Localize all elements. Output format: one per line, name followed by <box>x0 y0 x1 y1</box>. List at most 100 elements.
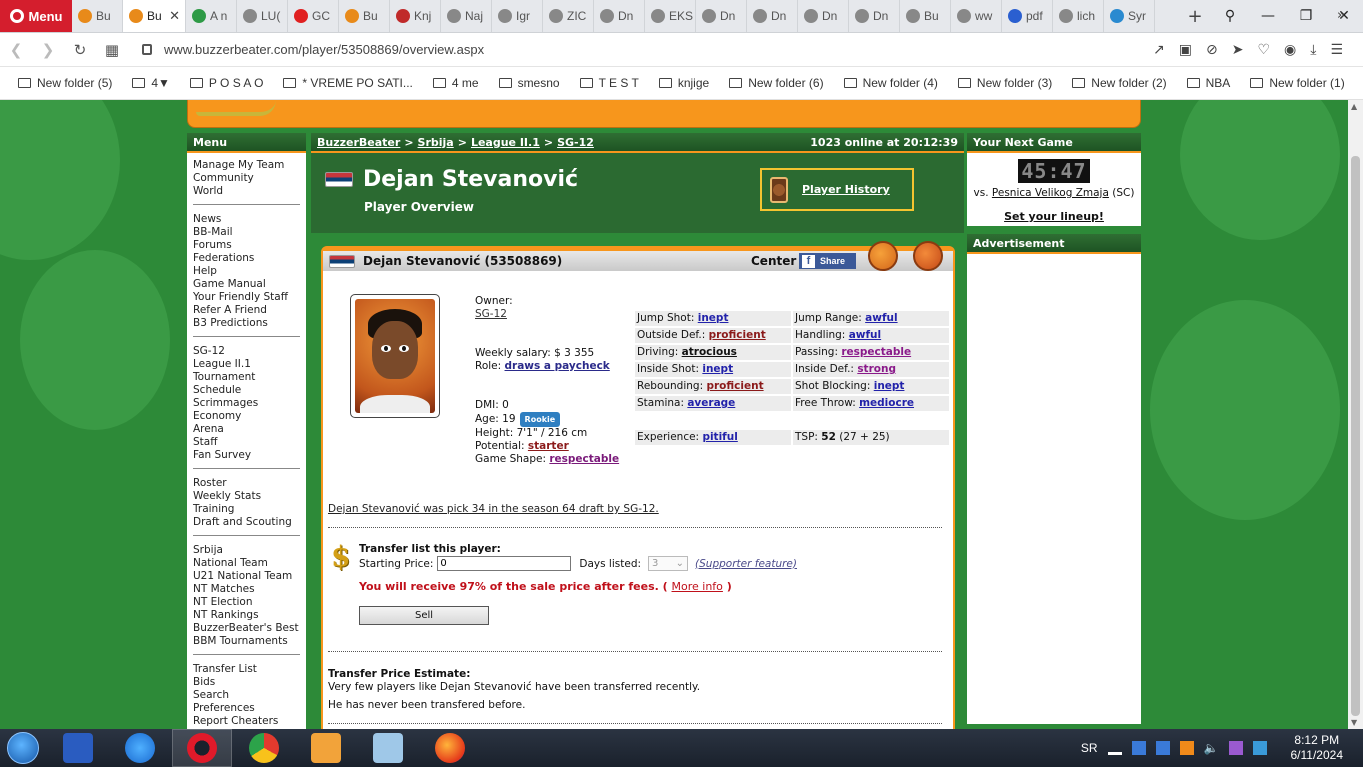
supporter-feature-link[interactable]: (Supporter feature) <box>695 558 797 570</box>
skill-value-link[interactable]: atrocious <box>682 346 737 358</box>
easy-setup-icon[interactable]: ☰ <box>1330 42 1343 58</box>
browser-tab[interactable]: pdf <box>1002 0 1053 32</box>
back-icon[interactable]: ❮ <box>0 41 32 59</box>
menu-item[interactable]: NT Election <box>193 596 300 609</box>
opera-menu-button[interactable]: Menu <box>0 0 72 32</box>
language-indicator[interactable]: SR <box>1081 741 1098 755</box>
snapshot-icon[interactable]: ▣ <box>1179 42 1192 58</box>
skill-value-link[interactable]: awful <box>849 329 881 341</box>
menu-item[interactable]: News <box>193 213 300 226</box>
profile-icon[interactable]: ◉ <box>1284 42 1296 58</box>
menu-item[interactable]: Arena <box>193 423 300 436</box>
lock-icon[interactable] <box>142 44 152 55</box>
facebook-share-button[interactable]: f Share <box>799 253 856 269</box>
bookmark-folder[interactable]: smesno <box>498 76 560 90</box>
menu-item[interactable]: Refer A Friend <box>193 304 300 317</box>
skill-value-link[interactable]: inept <box>874 380 905 392</box>
network-icon[interactable] <box>1107 741 1122 755</box>
scroll-up-icon[interactable]: ▲ <box>1351 102 1357 111</box>
page-scrollbar[interactable]: ▲ ▼ <box>1348 100 1363 729</box>
tray-app-icon[interactable] <box>1155 741 1170 755</box>
browser-tab[interactable]: Naj <box>441 0 492 32</box>
menu-item[interactable]: BB-Mail <box>193 226 300 239</box>
buzzerbeater-logo[interactable] <box>196 100 276 116</box>
menu-item[interactable]: World <box>193 185 300 198</box>
potential-link[interactable]: starter <box>528 440 569 452</box>
menu-item[interactable]: Roster <box>193 477 300 490</box>
browser-tab[interactable]: Knj <box>390 0 441 32</box>
skill-value-link[interactable]: average <box>687 397 735 409</box>
menu-item[interactable]: Fan Survey <box>193 449 300 462</box>
reload-icon[interactable]: ↻ <box>64 41 96 59</box>
menu-item[interactable]: Draft and Scouting <box>193 516 300 529</box>
menu-item[interactable]: Srbija <box>193 544 300 557</box>
taskbar-app[interactable] <box>48 729 108 767</box>
menu-item[interactable]: Bids <box>193 676 300 689</box>
taskbar-app[interactable] <box>420 729 480 767</box>
bookmark-folder[interactable]: knjige <box>658 76 709 90</box>
menu-item[interactable]: Forums <box>193 239 300 252</box>
bookmark-folder[interactable]: 4 me <box>432 76 479 90</box>
bookmark-folder[interactable]: T E S T <box>579 76 639 90</box>
browser-tab[interactable]: ww <box>951 0 1002 32</box>
bookmark-folder[interactable]: New folder (1) <box>1250 76 1345 90</box>
browser-tab[interactable]: Bu ✕ <box>123 0 186 32</box>
share-page-icon[interactable]: ↗ <box>1153 42 1165 58</box>
browser-tab[interactable]: Bu <box>72 0 123 32</box>
menu-item[interactable]: Economy <box>193 410 300 423</box>
breadcrumb-league[interactable]: League II.1 <box>471 136 540 149</box>
browser-tab[interactable]: Dn <box>594 0 645 32</box>
bookmark-folder[interactable]: New folder (5) <box>18 76 112 90</box>
adblock-icon[interactable]: ⊘ <box>1206 42 1218 58</box>
opponent-link[interactable]: Pesnica Velikog Zmaja <box>992 187 1109 199</box>
skill-value-link[interactable]: pitiful <box>702 431 737 443</box>
bookmark-folder[interactable]: New folder (2) <box>1072 76 1167 90</box>
system-clock[interactable]: 8:12 PM 6/11/2024 <box>1291 733 1344 763</box>
browser-tab[interactable]: A n <box>186 0 237 32</box>
browser-tab[interactable]: Syr <box>1104 0 1155 32</box>
game-shape-link[interactable]: respectable <box>549 453 619 465</box>
taskbar-app-active[interactable] <box>172 729 232 767</box>
menu-item[interactable]: Training <box>193 503 300 516</box>
owner-link[interactable]: SG-12 <box>475 308 507 320</box>
skill-value-link[interactable]: mediocre <box>859 397 914 409</box>
menu-item[interactable]: Your Friendly Staff <box>193 291 300 304</box>
menu-item[interactable]: Scrimmages <box>193 397 300 410</box>
url-field[interactable]: www.buzzerbeater.com/player/53508869/ove… <box>164 42 484 57</box>
menu-item[interactable]: NT Matches <box>193 583 300 596</box>
menu-item[interactable]: League II.1 <box>193 358 300 371</box>
tabs-grid-icon[interactable]: ▦ <box>96 41 128 59</box>
browser-tab[interactable]: Bu <box>900 0 951 32</box>
skill-value-link[interactable]: proficient <box>709 329 766 341</box>
taskbar-app[interactable] <box>296 729 356 767</box>
browser-tab[interactable]: Dn <box>798 0 849 32</box>
browser-tab[interactable]: Dn <box>696 0 747 32</box>
menu-item[interactable]: Report Cheaters <box>193 715 300 728</box>
tray-app-icon[interactable] <box>1228 741 1243 755</box>
menu-item[interactable]: Federations <box>193 252 300 265</box>
minimize-icon[interactable]: — <box>1249 8 1287 24</box>
menu-item[interactable]: NT Rankings <box>193 609 300 622</box>
skill-value-link[interactable]: strong <box>857 363 896 375</box>
taskbar-app[interactable] <box>234 729 294 767</box>
menu-item[interactable]: Help <box>193 265 300 278</box>
menu-item[interactable]: Search <box>193 689 300 702</box>
starting-price-input[interactable] <box>437 556 572 571</box>
tray-app-icon[interactable] <box>1179 741 1194 755</box>
browser-tab[interactable]: Igr <box>492 0 543 32</box>
skill-value-link[interactable]: proficient <box>706 380 763 392</box>
menu-item[interactable]: Tournament <box>193 371 300 384</box>
send-icon[interactable]: ➤ <box>1232 42 1244 58</box>
breadcrumb-buzzerbeater[interactable]: BuzzerBeater <box>317 136 400 149</box>
search-tabs-icon[interactable]: ⚲ <box>1211 8 1249 24</box>
menu-item[interactable]: BuzzerBeater's Best <box>193 622 300 635</box>
start-button[interactable] <box>0 729 46 767</box>
browser-tab[interactable]: LU( <box>237 0 288 32</box>
forward-icon[interactable]: ❯ <box>32 41 64 59</box>
basketball-icon[interactable] <box>913 241 943 271</box>
browser-tab[interactable]: ZIC <box>543 0 594 32</box>
taskbar-app[interactable] <box>110 729 170 767</box>
set-lineup-link[interactable]: Set your lineup! <box>1004 210 1104 223</box>
breadcrumb-country[interactable]: Srbija <box>418 136 454 149</box>
bookmark-folder[interactable]: * VREME PO SATI... <box>283 76 413 90</box>
